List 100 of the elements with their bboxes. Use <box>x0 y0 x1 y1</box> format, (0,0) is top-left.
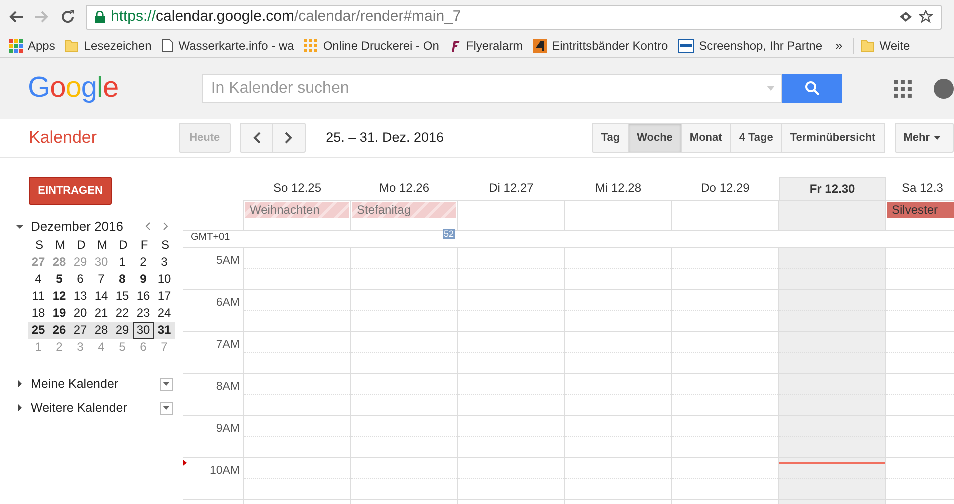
app-title: Kalender <box>28 127 98 150</box>
all-day-cell[interactable]: Silvester <box>885 200 954 230</box>
bookmark[interactable]: Eintrittsbänder Kontro <box>530 34 672 56</box>
collapse-arrow-icon[interactable] <box>16 222 24 230</box>
view-tab[interactable]: Monat <box>682 123 732 153</box>
calendar-day[interactable]: 7 <box>91 271 112 288</box>
address-bar[interactable]: https://calendar.google.com/calendar/render#main_7 <box>86 4 942 30</box>
calendar-week-row[interactable]: 11 12 13 14 15 16 17 <box>28 288 175 305</box>
chevron-left-icon <box>252 132 261 144</box>
create-button[interactable]: EINTRAGEN <box>29 177 112 205</box>
apps-grid-icon[interactable] <box>894 80 912 98</box>
previous-button[interactable] <box>240 123 274 153</box>
caret-icon <box>163 406 170 410</box>
search-input[interactable]: In Kalender suchen <box>211 76 768 100</box>
hour-label: 5AM <box>216 255 240 267</box>
eye-icon[interactable] <box>899 11 913 23</box>
calendar-day[interactable]: 11 <box>28 288 49 305</box>
bookmark[interactable]: Flyeralarm <box>446 34 526 56</box>
avatar[interactable] <box>934 78 954 98</box>
search-button[interactable] <box>782 74 842 103</box>
view-tab[interactable]: Tag <box>592 123 630 153</box>
calendar-day[interactable]: 23 <box>133 305 154 322</box>
page-icon <box>162 38 174 52</box>
calendar-list-label[interactable]: Weitere Kalender <box>31 398 160 418</box>
calendar-day[interactable]: 28 <box>91 322 112 339</box>
letter-f-logo-icon <box>449 38 462 52</box>
view-tab[interactable]: Woche <box>629 123 682 153</box>
calendar-week-row[interactable]: 27 28 29 30 1 2 3 <box>28 254 175 271</box>
calendar-day[interactable]: 29 <box>112 322 133 339</box>
chevron-right-icon[interactable] <box>163 222 169 231</box>
calendar-day[interactable]: 5 <box>49 271 70 288</box>
square-logo-icon <box>533 38 548 52</box>
calendar-day[interactable]: 17 <box>154 288 175 305</box>
calendar-day[interactable]: 13 <box>70 288 91 305</box>
calendar-week-row[interactable]: 25 26 27 28 29 30 31 <box>28 322 175 339</box>
bookmark[interactable]: Apps <box>6 34 58 56</box>
expand-arrow-icon[interactable] <box>16 404 24 412</box>
calendar-day[interactable]: 19 <box>49 305 70 322</box>
calendar-day[interactable]: 9 <box>133 271 154 288</box>
calendar-day[interactable]: 21 <box>91 305 112 322</box>
all-day-event[interactable]: Silvester <box>887 202 954 218</box>
bookmark[interactable]: Weite <box>858 34 914 56</box>
expand-arrow-icon[interactable] <box>16 380 24 388</box>
bookmark[interactable]: Online Druckerei - On <box>301 34 442 56</box>
day-header[interactable]: Mo 12.26 <box>351 177 458 200</box>
calendar-list-label[interactable]: Meine Kalender <box>31 374 160 394</box>
day-header[interactable]: So 12.25 <box>244 177 351 200</box>
hour-label: 6AM <box>216 297 240 309</box>
back-icon[interactable] <box>8 9 24 25</box>
folder-icon <box>65 38 80 52</box>
calendar-day[interactable]: 4 <box>28 271 49 288</box>
caret-icon <box>163 382 170 386</box>
calendar-day[interactable]: 15 <box>112 288 133 305</box>
view-tab[interactable]: Terminübersicht <box>782 123 885 153</box>
calendar-day[interactable]: 20 <box>70 305 91 322</box>
view-tab[interactable]: 4 Tage <box>731 123 782 153</box>
all-day-cell[interactable] <box>564 200 671 230</box>
calendar-day[interactable]: 10 <box>154 271 175 288</box>
day-header[interactable]: Sa 12.3 <box>886 177 954 200</box>
more-button[interactable]: Mehr <box>894 123 954 153</box>
bookmark[interactable]: Lesezeichen <box>62 34 155 56</box>
calendar-day[interactable]: 8 <box>112 271 133 288</box>
day-header[interactable]: Mi 12.28 <box>565 177 672 200</box>
calendar-day[interactable]: 2 <box>133 254 154 271</box>
calendar-day[interactable]: 18 <box>28 305 49 322</box>
calendar-day[interactable]: 30 <box>133 322 154 339</box>
next-button[interactable] <box>273 123 306 153</box>
calendar-day[interactable]: 24 <box>154 305 175 322</box>
reload-icon[interactable] <box>60 9 76 25</box>
chevron-left-icon[interactable] <box>145 222 151 231</box>
dropdown-button[interactable] <box>160 378 173 390</box>
calendar-day[interactable]: 27 <box>70 322 91 339</box>
calendar-day[interactable]: 31 <box>154 322 175 339</box>
star-icon[interactable] <box>919 10 933 24</box>
day-header[interactable]: Di 12.27 <box>458 177 565 200</box>
calendar-day[interactable]: 14 <box>91 288 112 305</box>
bookmark[interactable]: Wasserkarte.info - wa <box>158 34 298 56</box>
weekday-label: S <box>160 237 170 254</box>
calendar-day[interactable]: 16 <box>133 288 154 305</box>
search-field[interactable]: In Kalender suchen <box>202 74 782 103</box>
calendar-week-row[interactable]: 4 5 6 7 8 9 10 <box>28 271 175 288</box>
folder-icon <box>860 38 875 52</box>
calendar-day[interactable]: 3 <box>154 254 175 271</box>
day-header[interactable]: Do 12.29 <box>672 177 779 200</box>
calendar-day[interactable]: 1 <box>112 254 133 271</box>
calendar-day[interactable]: 12 <box>49 288 70 305</box>
weekday-label: M <box>54 237 66 254</box>
calendar-day[interactable]: 22 <box>112 305 133 322</box>
all-day-cell[interactable] <box>457 200 564 230</box>
dropdown-button[interactable] <box>160 402 173 414</box>
dots-icon <box>304 38 318 52</box>
day-header[interactable]: Fr 12.30 <box>779 177 886 200</box>
bookmarks-overflow[interactable]: » <box>830 36 849 56</box>
all-day-cell[interactable] <box>778 200 885 230</box>
month-title: Dezember 2016 <box>31 218 124 236</box>
calendar-day[interactable]: 6 <box>70 271 91 288</box>
calendar-day[interactable]: 25 <box>28 322 49 339</box>
calendar-week-row[interactable]: 18 19 20 21 22 23 24 <box>28 305 175 322</box>
calendar-day[interactable]: 26 <box>49 322 70 339</box>
bookmark[interactable]: Screenshop, Ihr Partne <box>675 34 826 56</box>
